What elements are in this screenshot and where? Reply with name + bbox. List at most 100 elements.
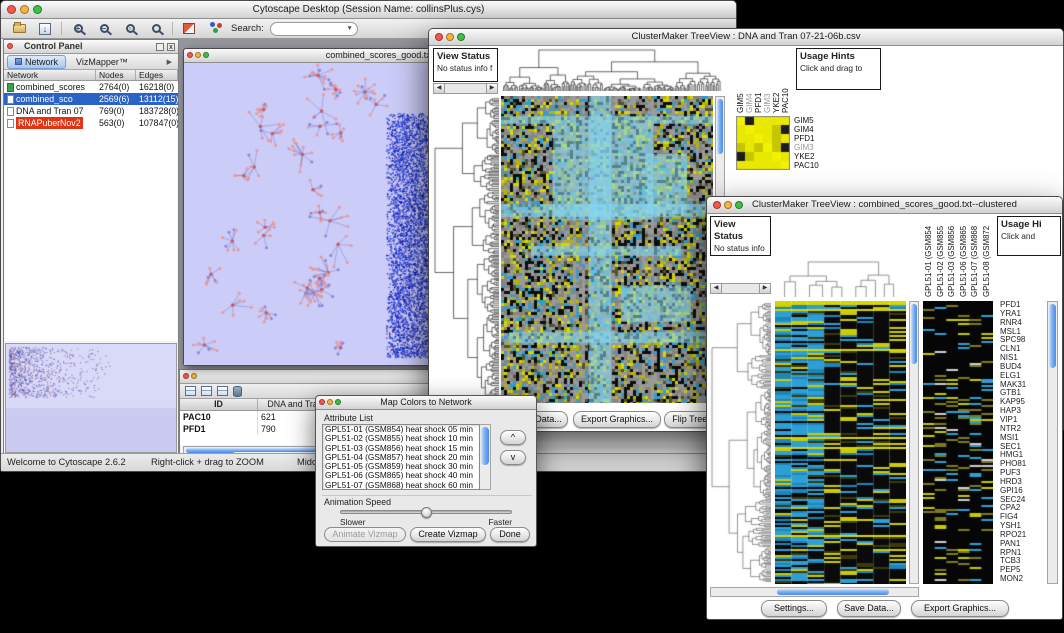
zoom-window-icon[interactable] (33, 5, 42, 14)
scroll-right-icon[interactable]: ▶ (486, 84, 497, 93)
settings-button[interactable]: Settings... (761, 600, 827, 617)
select-attributes-icon[interactable] (185, 386, 196, 396)
zoom-out-icon[interactable] (94, 20, 114, 37)
tab-network[interactable]: Network (7, 55, 66, 69)
matrix-row-label[interactable]: PAC10 (794, 161, 834, 170)
attribute-list-item[interactable]: GPL51-06 (GSM865) heat shock 40 min (323, 471, 479, 480)
column-label[interactable]: GPL51-08 (GSM872 (981, 216, 993, 297)
column-label[interactable]: GPL51-06 (GSM865 (958, 216, 970, 297)
column-label[interactable]: GPL51-03 (GSM856 (946, 216, 958, 297)
view-status-scrollbar[interactable]: ◀ ▶ (433, 83, 498, 94)
treeview-dna-titlebar[interactable]: ClusterMaker TreeView : DNA and Tran 07-… (429, 29, 1063, 46)
matrix-column-label[interactable]: YKE2 (772, 48, 781, 113)
attribute-function-icon[interactable] (217, 386, 228, 396)
network-overview-canvas[interactable] (6, 344, 176, 452)
close-icon[interactable] (7, 43, 13, 49)
matrix-column-label[interactable]: GIM5 (736, 48, 745, 113)
attribute-list-item[interactable]: GPL51-02 (GSM855) heat shock 10 min (323, 434, 479, 443)
import-attributes-icon[interactable] (233, 386, 242, 397)
heatmap-vscrollbar[interactable] (909, 301, 919, 584)
heatmap-hscrollbar[interactable] (710, 587, 919, 597)
scroll-left-icon[interactable]: ◀ (434, 84, 445, 93)
scroll-left-icon[interactable]: ◀ (711, 284, 722, 293)
column-header-edges[interactable]: Edges (136, 70, 178, 80)
zoom-window-icon[interactable] (457, 33, 465, 41)
zoom-window-icon[interactable] (335, 399, 341, 405)
move-up-button[interactable]: ^ (500, 430, 526, 445)
zoom-fit-icon[interactable] (146, 20, 166, 37)
unselect-attributes-icon[interactable] (201, 386, 212, 396)
scroll-right-icon[interactable]: ▶ (759, 284, 770, 293)
matrix-row-label[interactable]: GIM5 (794, 116, 834, 125)
column-label[interactable]: GPL51-01 (GSM854 (923, 216, 935, 297)
column-header-network[interactable]: Network (4, 70, 96, 80)
column-label[interactable]: GPL51-07 (GSM868 (969, 216, 981, 297)
zoom-selected-icon[interactable] (120, 20, 140, 37)
close-icon[interactable] (713, 201, 721, 209)
search-input[interactable]: ▼ (270, 22, 358, 36)
attribute-list-item[interactable]: GPL51-04 (GSM857) heat shock 20 min (323, 453, 479, 462)
column-label[interactable]: GPL51-02 (GSM855 (935, 216, 947, 297)
view-status-scrollbar[interactable]: ◀ ▶ (710, 283, 771, 294)
matrix-row-label[interactable]: YKE2 (794, 152, 834, 161)
row-dendrogram-canvas[interactable] (433, 96, 499, 403)
save-data-button[interactable]: Save Data... (837, 600, 901, 617)
scrollbar-thumb[interactable] (777, 589, 889, 595)
column-header-nodes[interactable]: Nodes (96, 70, 136, 80)
export-graphics-button[interactable]: Export Graphics... (573, 411, 661, 428)
zoom-in-icon[interactable] (68, 20, 88, 37)
heatmap-canvas[interactable] (501, 96, 713, 403)
gene-list-vscrollbar[interactable] (1047, 301, 1058, 584)
attribute-list-item[interactable]: GPL51-01 (GSM854) heat shock 05 min (323, 425, 479, 434)
more-tabs-icon[interactable]: ▶ (167, 58, 175, 66)
close-icon[interactable] (187, 52, 193, 58)
scrollbar-thumb[interactable] (911, 304, 917, 364)
column-dendrogram-canvas[interactable] (775, 216, 906, 297)
network-row-selected[interactable]: combined_sco 2569(6) 13112(15) (4, 93, 178, 105)
tab-vizmapper[interactable]: VizMapper™ (69, 56, 135, 68)
control-panel-titlebar[interactable]: Control Panel x (4, 40, 178, 54)
gene-label[interactable]: MON2 (1000, 575, 1044, 584)
minimize-icon[interactable] (191, 373, 197, 379)
cytoscape-titlebar[interactable]: Cytoscape Desktop (Session Name: collins… (1, 1, 736, 19)
network-row[interactable]: DNA and Tran 07 769(0) 183728(0) (4, 105, 178, 117)
minimize-icon[interactable] (195, 52, 201, 58)
import-network-icon[interactable]: ↓ (35, 20, 55, 37)
map-colors-titlebar[interactable]: Map Colors to Network (316, 396, 536, 410)
matrix-row-label[interactable]: GIM4 (794, 125, 834, 134)
close-icon[interactable] (183, 373, 189, 379)
matrix-column-label[interactable]: GIM3 (763, 48, 772, 113)
attribute-list-item[interactable]: GPL51-07 (GSM868) heat shock 60 min (323, 481, 479, 490)
global-heatmap-canvas[interactable] (775, 301, 906, 584)
row-dendrogram-canvas[interactable] (710, 301, 771, 584)
close-icon[interactable] (319, 399, 325, 405)
chevron-down-icon[interactable]: ▼ (346, 25, 352, 32)
attribute-list-item[interactable]: GPL51-05 (GSM859) heat shock 30 min (323, 462, 479, 471)
matrix-column-label[interactable]: GIM4 (745, 48, 754, 113)
attribute-list-item[interactable]: GPL51-03 (GSM856) heat shock 15 min (323, 444, 479, 453)
minimize-icon[interactable] (446, 33, 454, 41)
zoom-window-icon[interactable] (735, 201, 743, 209)
matrix-column-label[interactable]: PAC10 (781, 48, 790, 113)
attribute-list-scrollbar[interactable] (480, 424, 491, 490)
minimize-icon[interactable] (724, 201, 732, 209)
matrix-row-label[interactable]: PFD1 (794, 134, 834, 143)
float-panel-icon[interactable] (156, 43, 164, 51)
done-button[interactable]: Done (490, 527, 530, 542)
network-row[interactable]: combined_scores 2764(0) 16218(0) (4, 81, 178, 93)
move-down-button[interactable]: v (500, 450, 526, 465)
attribute-list[interactable]: GPL51-01 (GSM854) heat shock 05 minGPL51… (322, 424, 480, 490)
network-overview[interactable] (5, 343, 177, 453)
birds-eye-icon[interactable] (179, 20, 199, 37)
zoom-heatmap-canvas[interactable] (923, 301, 993, 584)
create-vizmap-button[interactable]: Create Vizmap (410, 527, 486, 542)
minimize-icon[interactable] (20, 5, 29, 14)
slider-thumb[interactable] (421, 507, 432, 518)
close-icon[interactable] (435, 33, 443, 41)
column-header-id[interactable]: ID (180, 399, 258, 410)
scrollbar-thumb[interactable] (717, 99, 723, 154)
export-graphics-button[interactable]: Export Graphics... (911, 600, 1009, 617)
vizmapper-icon[interactable] (205, 20, 225, 37)
close-panel-icon[interactable]: x (167, 43, 175, 51)
animation-speed-slider[interactable] (340, 510, 512, 514)
